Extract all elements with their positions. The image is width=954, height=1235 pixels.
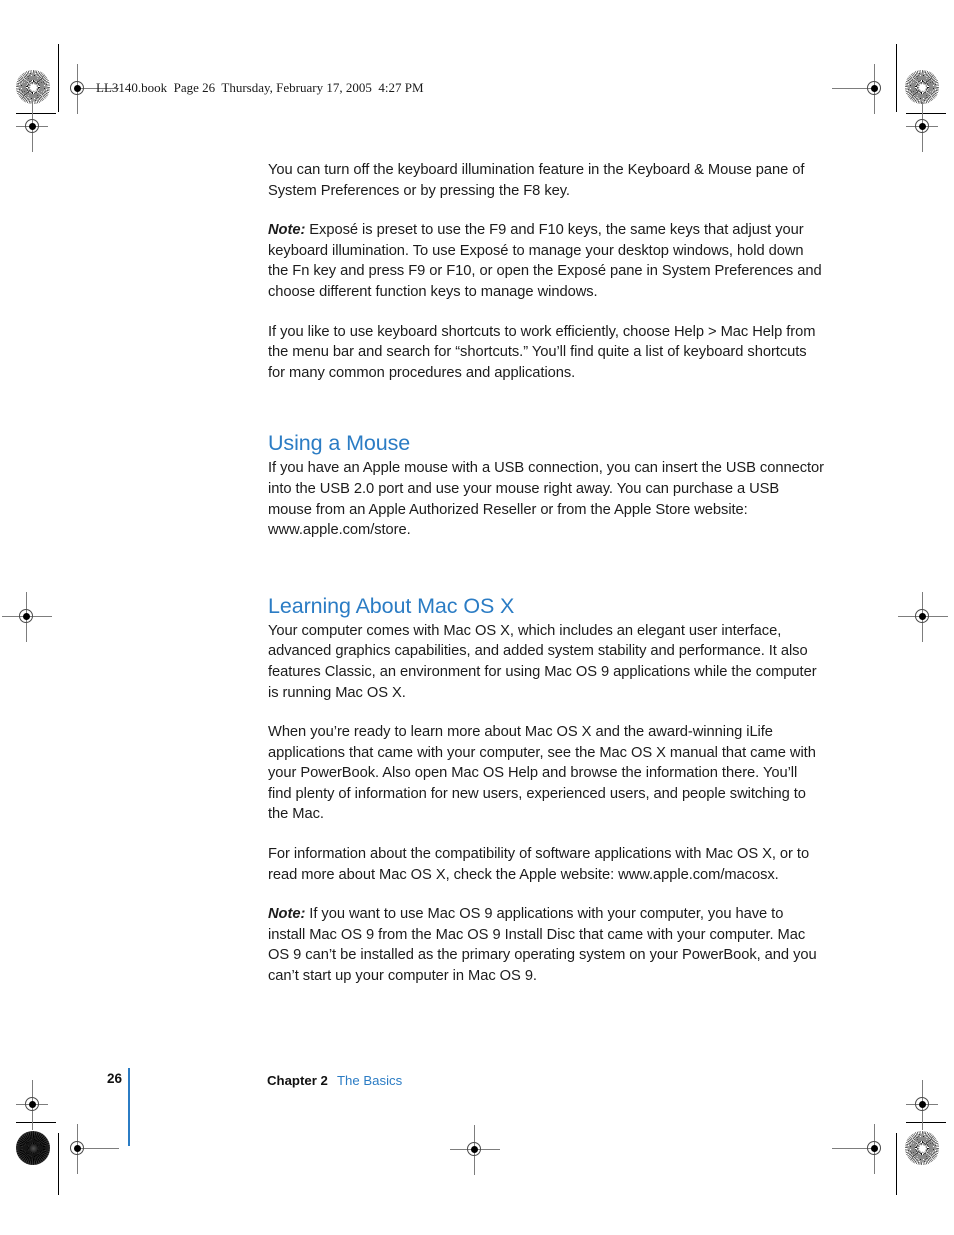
trim-line-left-bottom — [58, 1133, 59, 1195]
note-expose: Note: Exposé is preset to use the F9 and… — [268, 220, 824, 302]
registration-mark-top-right — [832, 64, 890, 114]
paragraph-keyboard-illumination: You can turn off the keyboard illuminati… — [268, 162, 805, 199]
footer-accent-rule — [128, 1068, 130, 1146]
trim-line-bottom-left-upper — [16, 1122, 56, 1123]
registration-mark-header-left — [63, 64, 119, 114]
content-column: You can turn off the keyboard illuminati… — [268, 160, 824, 987]
paragraph-osx-compatibility: For information about the compatibility … — [268, 846, 810, 883]
registration-mark-bottom-left-upper — [16, 1080, 48, 1130]
spacer-before-mouse-heading — [268, 402, 824, 430]
density-starburst-top-right — [905, 70, 939, 104]
heading-learning-about-mac-os-x: Learning About Mac OS X — [268, 593, 515, 618]
paragraph-osx-learn-more: When you’re ready to learn more about Ma… — [268, 724, 816, 823]
paragraph-osx-intro: Your computer comes with Mac OS X, which… — [268, 622, 817, 701]
registration-mark-bottom-right-upper — [906, 1080, 938, 1130]
trim-line-left-top — [58, 44, 59, 112]
paragraph-keyboard-shortcuts: If you like to use keyboard shortcuts to… — [268, 323, 816, 381]
registration-mark-top-right-lower — [906, 102, 938, 152]
registration-mark-top-left-lower — [16, 102, 48, 152]
document-page: LL3140.book Page 26 Thursday, February 1… — [0, 0, 954, 1235]
heading-using-a-mouse: Using a Mouse — [268, 431, 411, 456]
density-blob-bottom-left — [16, 1131, 50, 1165]
registration-mark-mid-left — [2, 592, 52, 642]
note-expose-text: Exposé is preset to use the F9 and F10 k… — [268, 222, 822, 300]
footer-chapter-title: The Basics — [337, 1073, 403, 1088]
density-starburst-top-left — [16, 70, 50, 104]
page-number: 26 — [106, 1071, 122, 1086]
spacer-before-osx-heading — [268, 560, 824, 593]
registration-mark-bottom-left — [63, 1124, 119, 1174]
trim-line-right-top — [896, 44, 897, 112]
registration-mark-bottom-center — [450, 1125, 500, 1175]
note-label: Note: — [268, 222, 306, 239]
registration-mark-mid-right — [898, 592, 948, 642]
paragraph-mouse: If you have an Apple mouse with a USB co… — [268, 460, 824, 539]
trim-line-right-bottom — [896, 1133, 897, 1195]
footer-chapter-label: Chapter 2 — [267, 1073, 328, 1088]
note-os9-text: If you want to use Mac OS 9 applications… — [268, 906, 817, 985]
running-header: LL3140.book Page 26 Thursday, February 1… — [96, 80, 424, 95]
density-starburst-bottom-right — [905, 1131, 939, 1165]
trim-line-bottom-right-upper — [906, 1122, 946, 1123]
note-label: Note: — [268, 906, 306, 923]
registration-mark-bottom-right — [832, 1124, 890, 1174]
note-mac-os-9: Note: If you want to use Mac OS 9 applic… — [268, 904, 824, 986]
